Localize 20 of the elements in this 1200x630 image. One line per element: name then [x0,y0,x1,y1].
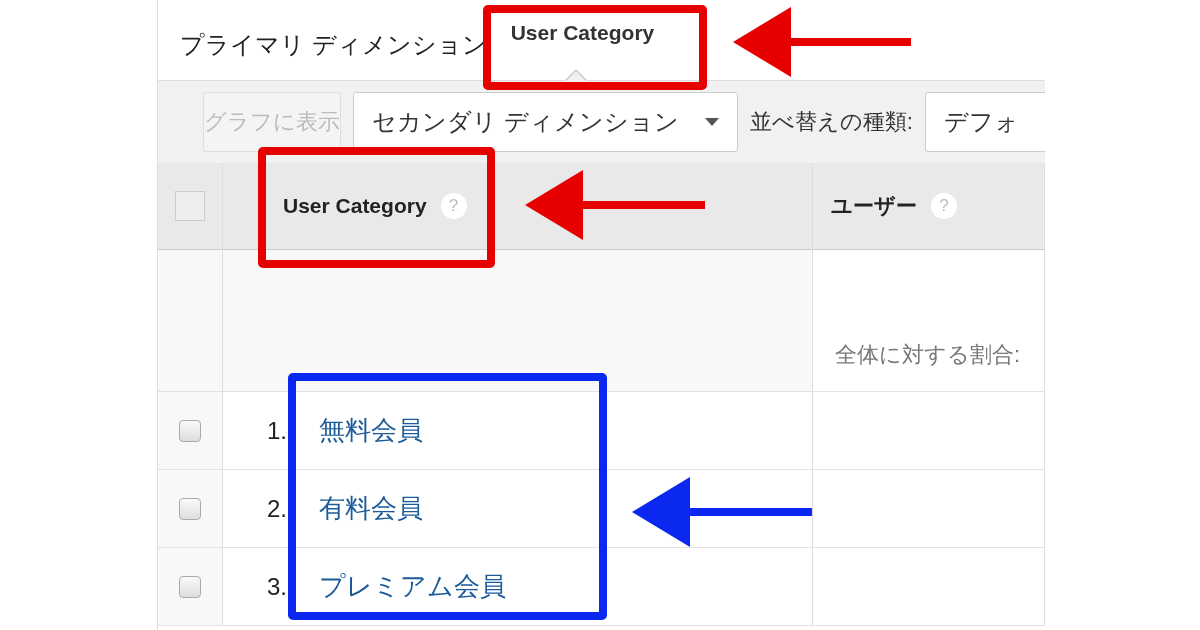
primary-dimension-label: プライマリ ディメンション [180,30,487,60]
row-number: 2. [266,494,287,523]
row-number: 1. [266,416,287,445]
caret-icon [704,118,719,126]
column-header[interactable]: User Category [283,194,427,218]
percent-of-total-label: 全体に対する割合: [834,340,1021,369]
dimension-tab[interactable]: User Category [490,0,675,80]
category-link[interactable]: 無料会員 [319,413,423,448]
checkbox[interactable] [179,575,201,598]
secondary-dimension-dropdown[interactable]: セカンダリ ディメンション [353,92,738,152]
dropdown-label: セカンダリ ディメンション [372,107,679,137]
category-link[interactable]: プレミアム会員 [319,569,506,604]
checkbox[interactable] [179,419,201,442]
category-link[interactable]: 有料会員 [319,491,423,526]
sort-type-label: 並べ替えの種類: [749,108,913,136]
row-number: 3. [266,572,287,601]
checkbox[interactable] [179,497,201,520]
checkbox[interactable] [175,191,205,221]
column-header[interactable]: ユーザー [831,192,917,220]
sort-type-dropdown[interactable]: デフォ [924,92,1045,152]
